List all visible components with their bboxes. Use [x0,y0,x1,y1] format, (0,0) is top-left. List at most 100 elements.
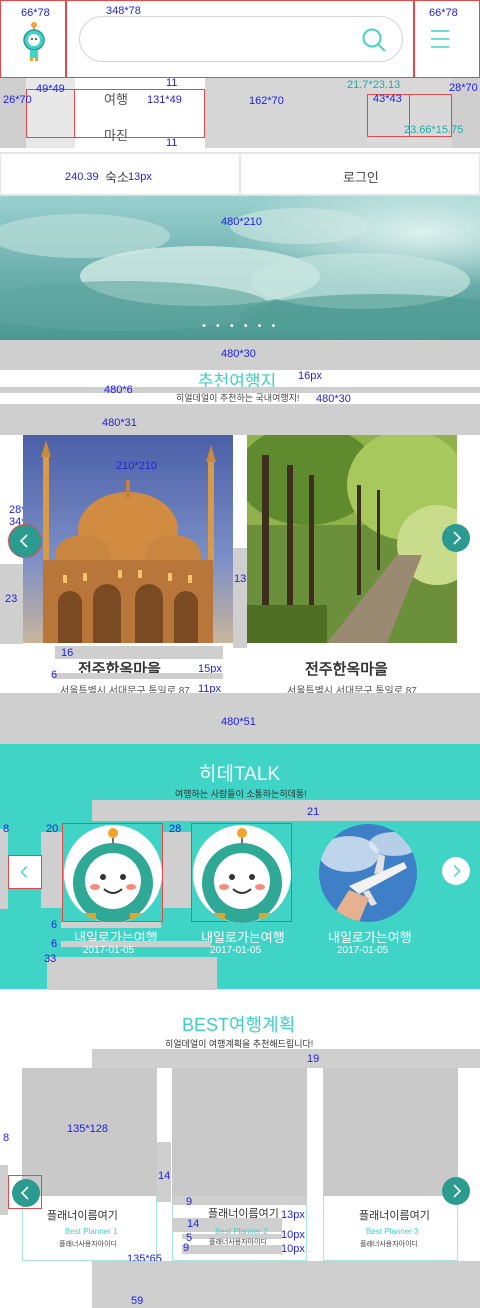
recommend-subtitle: 히얼데얼이 추천하는 국내여행지! [176,393,300,403]
note-logo-size: 66*78 [21,7,50,19]
planner-card[interactable]: 135*128 플래너이름여기 Best Planner 1 플래너사용자아이디 [22,1068,157,1261]
planner-rank: Best Planner 1 [65,1227,118,1236]
best-next-button[interactable] [442,1177,470,1205]
note-best-n9b: 9 [183,1242,190,1254]
note-best-n19: 19 [307,1053,320,1065]
note-gap-21: 21 [307,806,320,818]
recommend-prev-button[interactable] [8,524,42,558]
carousel-dot[interactable]: • [215,321,221,332]
recommend-next-button[interactable] [442,524,470,552]
login-row: 숙소 240.39 13px 로그인 [0,152,480,196]
talk-title: 히데TALK [199,764,281,785]
carousel-dot[interactable]: • [257,321,263,332]
note-gap-31: 480*31 [102,417,137,429]
talk-item[interactable] [191,823,292,923]
carousel-dot[interactable]: • [201,321,207,332]
planner-rank: Best Planner 3 [366,1227,419,1236]
note-best-n9a: 9 [186,1196,193,1208]
talk-subtitle: 여행하는 사람들이 소통하는히데통! [175,789,307,799]
header: 66*78 348*78 66*78 [0,0,480,78]
note-best-n8: 8 [3,1132,10,1144]
note-n33: 33 [44,953,57,965]
avatar [319,824,417,922]
planner-user: 플래너사용자아이디 [360,1241,418,1248]
note-login-width: 240.39 [65,171,99,183]
login-button[interactable]: 로그인 [240,153,480,195]
carousel-dot[interactable]: • [243,321,249,332]
note-menu-size: 66*78 [429,7,458,19]
search-icon[interactable] [361,27,387,57]
nav-secondary[interactable]: 마진 [104,125,128,144]
destination-card[interactable]: 210*210 16 전주한옥마을 15px 6 서울특별시 서대문구 통일로 … [23,435,233,697]
hero-banner[interactable]: 480*210 • • • • • • [0,196,480,340]
note-hero-size: 480*210 [221,216,262,228]
talk-item-name: 내일로가는여행 [328,930,412,945]
note-login-size: 13px [128,171,152,183]
note-n8: 8 [3,823,10,835]
best-prev-button[interactable] [8,1175,42,1209]
note-num-13: 13 [234,573,247,585]
note-right-icon: 21.7*23.13 [347,79,401,91]
note-row-height: 26*70 [3,94,32,106]
talk-next-button[interactable] [442,857,470,885]
note-small-dim: 23.66*15.75 [404,124,464,136]
mascot-face-icon [202,828,282,923]
nav-tab-wide[interactable] [74,89,205,138]
recommend-section: 480*30 추천여행지 16px 480*6 히얼데얼이 추천하는 국내여행지… [0,340,480,744]
note-tab-wide: 131*49 [147,94,182,106]
page: 66*78 348*78 66*78 여행 마진 26*70 49*49 11 … [0,0,480,1308]
carousel-dot[interactable]: • [271,321,277,332]
forest-photo [247,435,457,643]
mascot-logo-icon [23,21,45,65]
note-bottom-gap: 480*51 [221,716,256,728]
avatar [193,825,291,923]
note-search-size: 348*78 [106,5,141,17]
note-num-16: 16 [61,647,74,659]
talk-item[interactable] [62,823,163,923]
destination-card[interactable]: 전주한옥마을 서울특별시 서대문구 통일로 87 [247,435,457,697]
carousel-dot[interactable]: • [229,321,235,332]
note-best-f10b: 10px [281,1243,305,1255]
talk-item[interactable] [319,824,418,923]
planner-user: 플래너사용자아이디 [59,1241,117,1248]
note-middle: 162*70 [249,95,284,107]
note-num-6: 6 [51,669,58,681]
avatar [64,825,162,923]
mascot-face-icon [73,828,153,923]
note-right-box: 28*70 [449,82,478,94]
destination-name: 전주한옥마을 [305,661,388,678]
best-title: BEST여행계획 [182,1015,296,1035]
note-img-size: 210*210 [116,460,157,472]
chevron-left-icon [20,1186,29,1200]
planner-card[interactable]: 9 플래너이름여기 13px 14 Best Planner 2 10px 5 … [172,1068,307,1261]
chevron-left-icon [20,866,28,878]
note-side-gap: 23 [5,593,18,605]
note-best-n14b: 14 [187,1218,200,1230]
note-gap-6: 480*6 [104,384,133,396]
hamburger-icon [431,29,449,53]
nav-primary[interactable]: 여행 [104,89,128,108]
talk-item-name: 내일로가는여행 [201,930,285,945]
search-input[interactable] [79,16,403,62]
note-best-n14: 14 [158,1170,171,1182]
planner-card[interactable]: 플래너이름여기 Best Planner 3 플래너사용자아이디 [323,1068,458,1261]
chevron-left-icon [19,534,28,548]
note-gap-11b: 11 [166,137,178,149]
login-label: 로그인 [343,170,379,185]
note-n6b: 6 [51,938,58,950]
note-hero-gap: 480*30 [221,348,256,360]
talk-item-date: 2017-01-05 [83,945,135,956]
chevron-right-icon [453,865,461,877]
note-best-f10a: 10px [281,1229,305,1241]
login-left-cell[interactable]: 숙소 240.39 13px [0,153,240,195]
best-section: BEST여행계획 히얼데얼이 여행계획을 추천해드립니다! 19 8 135*1… [0,989,480,1308]
note-n6a: 6 [51,919,58,931]
note-tab-box: 49*49 [36,83,65,95]
note-best-n59: 59 [131,1295,144,1307]
note-small-box: 43*43 [373,93,402,105]
note-n20: 20 [46,823,59,835]
chevron-right-icon [453,531,462,545]
planner-image-placeholder [172,1068,307,1196]
note-best-f13: 13px [281,1209,305,1221]
talk-prev-button[interactable] [8,855,42,889]
